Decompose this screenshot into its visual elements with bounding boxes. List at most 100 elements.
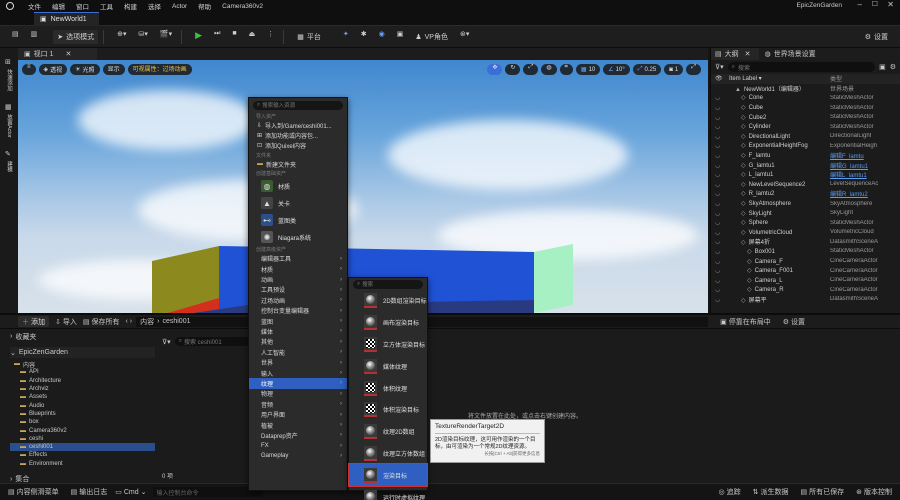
favorites-header[interactable]: › 收藏夹 [10, 331, 155, 342]
minimize-icon[interactable]: – [858, 0, 862, 9]
left-strip-icon[interactable]: ⊞ [5, 58, 18, 66]
create-level-item[interactable]: ▲ 关卡 [249, 195, 347, 212]
outliner-row[interactable]: ◡ ◇ NewLevelSequence2 LevelSequenceAc [711, 180, 900, 190]
menu-actor[interactable]: Actor [172, 3, 187, 10]
category-menu-item[interactable]: 媒体 › [249, 326, 347, 336]
add-folder-icon[interactable]: ▣ [879, 63, 886, 71]
menu-camera360[interactable]: Camera360v2 [222, 3, 263, 10]
cb-settings-button[interactable]: ⚙ 设置 [783, 317, 805, 327]
close-icon[interactable]: ✕ [887, 0, 894, 9]
create-niagara-item[interactable]: ✺ Niagara系统 [249, 229, 347, 246]
close-icon[interactable]: ✕ [745, 50, 751, 58]
new-folder-menu-item[interactable]: ▬ 新建文件夹 [249, 159, 347, 169]
outliner-row[interactable]: ◡ ◇ Cube StaticMeshActor [711, 103, 900, 113]
visibility-icon[interactable]: ◡ [715, 152, 729, 159]
category-menu-item[interactable]: 人工智能 › [249, 347, 347, 357]
puzzle-icon[interactable]: ✱ [357, 30, 371, 44]
type-header[interactable]: 类型 [830, 74, 842, 83]
content-drawer-button[interactable]: ▤ 内容侧滑菜单 [8, 487, 59, 497]
category-menu-item[interactable]: 世界 › [249, 357, 347, 368]
visibility-icon[interactable]: ◡ [715, 267, 729, 274]
viewport-tab[interactable]: ▣ 视口 1 ✕ [18, 48, 98, 60]
camera-360-icon[interactable]: ◉ [375, 30, 389, 44]
visibility-icon[interactable]: ◡ [715, 123, 729, 130]
visibility-icon[interactable]: ◡ [715, 171, 729, 178]
visibility-icon[interactable]: ◡ [715, 258, 729, 265]
outliner-row[interactable]: ◡ ◇ 屏幕4折 DatasmithSceneA [711, 237, 900, 247]
texture-asset-item[interactable]: 2D数组渲染目标 [349, 290, 427, 312]
camera-speed-button[interactable]: ◙ 1 [664, 64, 684, 75]
menu-window[interactable]: 窗口 [76, 1, 89, 11]
texture-asset-item[interactable]: 媒体纹理 [349, 355, 427, 377]
trace-button[interactable]: ◎ 追踪 [719, 487, 741, 497]
visibility-icon[interactable]: ◡ [715, 238, 729, 245]
category-menu-item[interactable]: 纹理 › [249, 378, 347, 389]
play-options-icon[interactable]: ⋮ [263, 30, 278, 44]
visibility-icon[interactable]: ◡ [715, 133, 729, 140]
outliner-item-type[interactable]: 编辑G_lamtu1 [830, 161, 868, 170]
outliner-row[interactable]: ◡ ◇ L_lamtu1 编辑L_lamtu1 [711, 170, 900, 180]
create-blueprint-item[interactable]: ⊷ 蓝图类 [249, 212, 347, 229]
outliner-row[interactable]: ◡ ◇ DirectionalLight DirectionalLight [711, 132, 900, 142]
menu-tools[interactable]: 工具 [100, 1, 113, 11]
perspective-button[interactable]: ◈ 透视 [38, 64, 68, 75]
save-icon[interactable]: ▤ [8, 30, 23, 44]
outliner-row[interactable]: ◡ ◇ SkyLight SkyLight [711, 208, 900, 218]
category-menu-item[interactable]: 材质 › [249, 264, 347, 274]
unreal-logo-icon[interactable] [6, 2, 14, 10]
visibility-icon[interactable]: ◡ [715, 181, 729, 188]
close-icon[interactable]: ✕ [65, 50, 71, 58]
outliner-row[interactable]: ◡ ◇ Cone StaticMeshActor [711, 93, 900, 103]
visibility-icon[interactable]: ◡ [715, 229, 729, 236]
outliner-row[interactable]: ◡ ◇ Sphere StaticMeshActor [711, 218, 900, 228]
folder-item[interactable]: ▬ Blueprints [10, 410, 155, 418]
visibility-icon[interactable]: ◡ [715, 94, 729, 101]
texture-asset-item[interactable]: 渲染目标 [348, 463, 428, 488]
maximize-icon[interactable]: ☐ [872, 0, 878, 8]
step-icon[interactable]: ⏭ [210, 30, 224, 44]
derived-data-button[interactable]: ⇅ 派生数据 [753, 487, 789, 497]
gear-icon[interactable]: ⚙ [890, 63, 896, 71]
visibility-icon[interactable]: ◡ [715, 142, 729, 149]
import-button[interactable]: ⇩ 导入 [55, 317, 77, 327]
folder-item[interactable]: ▬ Architecture [10, 377, 155, 385]
add-feature-menu-item[interactable]: ⊞ 添加功能或内容包... [249, 130, 347, 140]
level-tab[interactable]: ▣ NewWorld1 [34, 11, 99, 26]
category-menu-item[interactable]: Dataprep资产 › [249, 430, 347, 440]
category-menu-item[interactable]: FX › [249, 441, 347, 451]
menu-file[interactable]: 文件 [28, 1, 41, 11]
outliner-row[interactable]: ◡ ◇ R_lamtu2 编辑R_lamtu2 [711, 189, 900, 199]
breadcrumb-content[interactable]: 内容 [140, 317, 154, 327]
folder-item[interactable]: ▬ 内容 [10, 360, 155, 369]
outliner-item-type[interactable]: 编辑R_lamtu2 [830, 189, 868, 198]
vp-role-dropdown[interactable]: ♟ VP角色 [411, 30, 452, 44]
level-viewport[interactable]: ≡ ◈ 透视 ☀ 光照 显示 可视属性：过场动画 ✥ ↻ ⤢ ◍ ⌗ ▦ 10 … [18, 60, 708, 313]
outliner-row[interactable]: ◡ ◇ Camera_L CineCameraActor [711, 275, 900, 285]
category-menu-item[interactable]: Gameplay › [249, 451, 347, 461]
mode-dropdown[interactable]: ➤ 选项模式 [53, 29, 99, 44]
category-menu-item[interactable]: 编辑器工具 › [249, 254, 347, 264]
visibility-icon[interactable]: ◡ [715, 200, 729, 207]
filter-icon[interactable]: ⊽▾ [715, 63, 724, 71]
category-menu-item[interactable]: 物理 › [249, 389, 347, 399]
place-actor-label[interactable]: 放置Actor [5, 114, 13, 138]
add-actor-icon[interactable]: ⊕▾ [113, 30, 130, 44]
visibility-icon[interactable]: ◡ [715, 104, 729, 111]
category-menu-item[interactable]: 工具预设 › [249, 285, 347, 295]
breadcrumb-folder[interactable]: ceshi001 [162, 318, 190, 325]
visibility-icon[interactable]: ◡ [715, 114, 729, 121]
texture-asset-item[interactable]: 体积渲染目标 [349, 399, 427, 421]
outliner-row[interactable]: ◡ ◇ Camera_F001 CineCameraActor [711, 266, 900, 276]
content-icon[interactable]: ▥ [27, 30, 42, 44]
category-menu-item[interactable]: 过场动画 › [249, 295, 347, 305]
scale-icon[interactable]: ⤢ [523, 64, 539, 75]
folder-item[interactable]: ▬ ceshi [10, 435, 155, 443]
outliner-item-type[interactable]: 编辑F_lamtu [830, 151, 864, 160]
modeling-label[interactable]: 建模 [5, 161, 13, 172]
menu-build[interactable]: 构建 [124, 1, 137, 11]
project-header[interactable]: ⌄ EpicZenGarden [10, 347, 155, 358]
folder-item[interactable]: ▬ Archviz [10, 385, 155, 393]
source-control-button[interactable]: ⊛ 版本控制 [856, 487, 892, 497]
modeling-icon[interactable]: ✎ [5, 150, 18, 158]
world-icon[interactable]: ◍ [541, 64, 557, 75]
